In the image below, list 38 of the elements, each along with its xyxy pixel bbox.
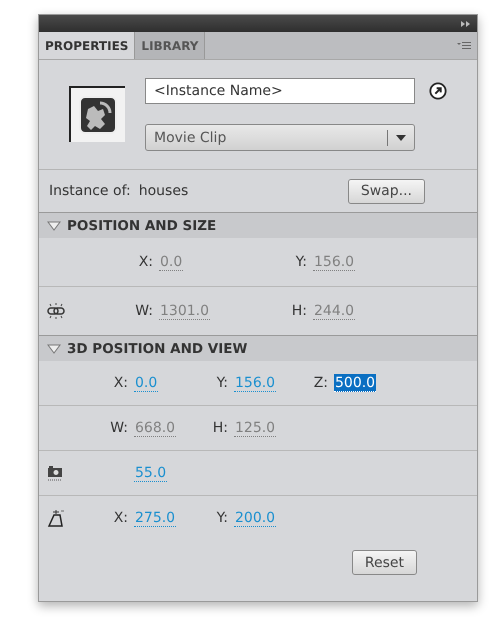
- camera-icon: [47, 465, 63, 481]
- disclosure-triangle-icon[interactable]: [47, 220, 61, 230]
- field-label: Z:: [314, 375, 328, 391]
- field-label: X:: [114, 375, 128, 391]
- value-field[interactable]: 200.0: [234, 509, 276, 527]
- value-field[interactable]: 0.0: [134, 374, 158, 392]
- field-label: Y:: [216, 510, 228, 526]
- instance-name-field[interactable]: <Instance Name>: [145, 78, 415, 104]
- value-field[interactable]: 55.0: [134, 464, 168, 482]
- section-title: 3D POSITION AND VIEW: [67, 340, 248, 356]
- field-label: X:: [114, 510, 128, 526]
- field-label: W:: [110, 420, 128, 436]
- swap-button[interactable]: Swap...: [348, 178, 425, 204]
- caret-icon: [396, 134, 406, 140]
- panel-tab[interactable]: PROPERTIES: [39, 32, 136, 59]
- panel-menu-icon[interactable]: [457, 40, 471, 50]
- value-field[interactable]: 156.0: [234, 374, 276, 392]
- field-label: H:: [292, 303, 307, 319]
- section-title: POSITION AND SIZE: [67, 218, 216, 234]
- section-header[interactable]: 3D POSITION AND VIEW: [39, 335, 477, 361]
- field-label: H:: [212, 420, 228, 436]
- field-label: Y:: [216, 375, 228, 391]
- symbol-type-dropdown[interactable]: Movie Clip: [145, 124, 415, 151]
- value-field[interactable]: 275.0: [134, 509, 176, 527]
- field-label: W:: [135, 303, 153, 319]
- link-icon[interactable]: [47, 303, 65, 319]
- vanishing-point-icon: [47, 509, 65, 527]
- section-header[interactable]: POSITION AND SIZE: [39, 212, 477, 238]
- field-label: Y:: [296, 254, 307, 270]
- symbol-icon: [69, 86, 125, 142]
- collapse-icon[interactable]: [461, 20, 471, 26]
- instance-of-value: houses: [138, 183, 190, 199]
- value-field[interactable]: 500.0: [334, 374, 376, 392]
- instance-of-label: Instance of:: [49, 183, 131, 199]
- reset-button[interactable]: Reset: [352, 550, 417, 575]
- disclosure-triangle-icon[interactable]: [47, 344, 61, 354]
- field-label: X:: [138, 254, 153, 270]
- panel-tab[interactable]: LIBRARY: [135, 32, 206, 59]
